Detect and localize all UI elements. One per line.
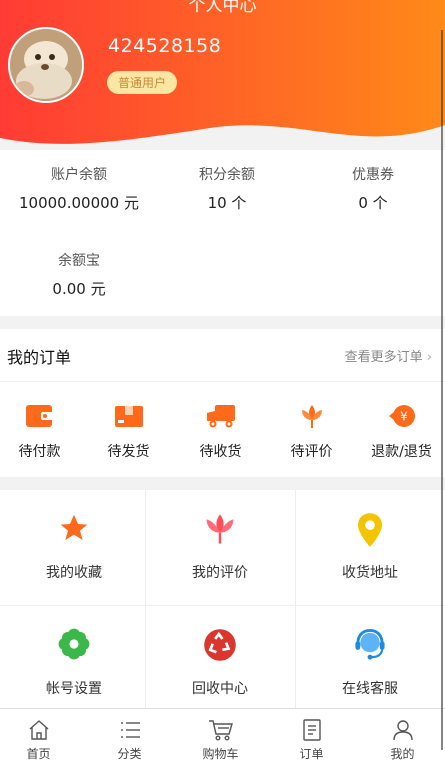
flower-icon: [267, 401, 356, 431]
user-icon: [358, 718, 445, 742]
truck-icon: [176, 401, 265, 431]
scrollbar[interactable]: [441, 30, 443, 750]
service-shipping-address[interactable]: 收货地址: [296, 490, 444, 598]
orders-header: 我的订单 查看更多订单 ›: [0, 329, 445, 382]
tab-label: 购物车: [202, 747, 239, 761]
orders-title: 我的订单: [7, 348, 72, 367]
order-label: 退款/退货: [371, 444, 432, 460]
service-online-support[interactable]: 在线客服: [296, 606, 444, 714]
view-more-orders-link[interactable]: 查看更多订单 ›: [345, 346, 432, 365]
recycle-icon: [146, 628, 294, 662]
customer-service-icon: [296, 628, 444, 662]
order-pending-payment[interactable]: 待付款: [0, 401, 84, 461]
stat-balance[interactable]: 账户余额 10000.00000 元: [5, 164, 153, 213]
cart-icon: [176, 718, 265, 742]
tab-categories[interactable]: 分类: [85, 709, 174, 764]
service-favorites[interactable]: 我的收藏: [0, 490, 148, 598]
service-label: 在线客服: [342, 681, 398, 697]
view-more-label: 查看更多订单: [344, 350, 423, 365]
order-refund-return[interactable]: ¥ 退款/退货: [357, 401, 445, 461]
stat-value: 10000.00000 元: [19, 194, 139, 212]
tab-cart[interactable]: 购物车: [176, 709, 265, 764]
account-stats: 账户余额 10000.00000 元 积分余额 10 个 优惠券 0 个 余额宝…: [0, 150, 445, 316]
order-label: 待收货: [199, 444, 242, 460]
avatar-image: [10, 29, 82, 101]
service-label: 帐号设置: [46, 681, 102, 697]
service-account-settings[interactable]: 帐号设置: [0, 606, 148, 714]
location-pin-icon: [296, 512, 444, 548]
member-level-badge: 普通用户: [107, 71, 178, 94]
stat-label: 积分余额: [199, 167, 255, 183]
home-icon: [0, 718, 83, 742]
my-orders-section: 我的订单 查看更多订单 › 待付款 待发货 待收货 待评价 ¥ 退款/退货: [0, 329, 445, 477]
username: 424528158: [108, 35, 222, 57]
service-label: 我的评价: [192, 565, 248, 581]
page-title: 个人中心: [188, 0, 257, 16]
service-label: 回收中心: [192, 681, 248, 697]
stat-value: 0.00 元: [52, 280, 106, 298]
tab-label: 分类: [117, 747, 142, 761]
stat-value: 0 个: [358, 194, 388, 212]
services-grid: 我的收藏 我的评价 收货地址 帐号设置 回收中心 在线客服: [0, 490, 445, 708]
bottom-tab-bar: 首页 分类 购物车 订单 我的: [0, 708, 445, 764]
tulip-icon: [146, 512, 294, 546]
stat-label: 余额宝: [58, 253, 100, 269]
order-label: 待评价: [290, 444, 333, 460]
tab-label: 订单: [299, 747, 324, 761]
service-label: 收货地址: [342, 565, 398, 581]
stat-label: 优惠券: [352, 167, 394, 183]
order-icon: [267, 718, 356, 742]
service-label: 我的收藏: [46, 565, 102, 581]
box-icon: [84, 401, 173, 431]
tab-label: 我的: [390, 747, 415, 761]
service-recycle-center[interactable]: 回收中心: [146, 606, 294, 714]
order-pending-review[interactable]: 待评价: [267, 401, 356, 461]
tab-mine[interactable]: 我的: [358, 709, 445, 764]
tab-home[interactable]: 首页: [0, 709, 83, 764]
chevron-right-icon: ›: [426, 350, 432, 365]
svg-text:¥: ¥: [400, 410, 408, 424]
order-pending-shipment[interactable]: 待发货: [84, 401, 173, 461]
tab-orders[interactable]: 订单: [267, 709, 356, 764]
stat-label: 账户余额: [51, 167, 107, 183]
service-my-reviews[interactable]: 我的评价: [146, 490, 294, 598]
stat-coupons[interactable]: 优惠券 0 个: [299, 164, 445, 213]
avatar[interactable]: [8, 27, 84, 103]
order-label: 待付款: [18, 444, 61, 460]
star-icon: [0, 512, 148, 544]
wallet-icon: [0, 401, 84, 431]
list-icon: [85, 718, 174, 742]
order-pending-receipt[interactable]: 待收货: [176, 401, 265, 461]
refund-icon: ¥: [357, 401, 445, 431]
profile-header: 个人中心 424528158 普通用户: [0, 0, 445, 150]
stat-yuebao[interactable]: 余额宝 0.00 元: [5, 250, 153, 299]
tab-label: 首页: [26, 747, 51, 761]
stat-value: 10 个: [207, 194, 247, 212]
order-label: 待发货: [107, 444, 150, 460]
stat-points[interactable]: 积分余额 10 个: [153, 164, 301, 213]
settings-flower-icon: [0, 628, 148, 660]
